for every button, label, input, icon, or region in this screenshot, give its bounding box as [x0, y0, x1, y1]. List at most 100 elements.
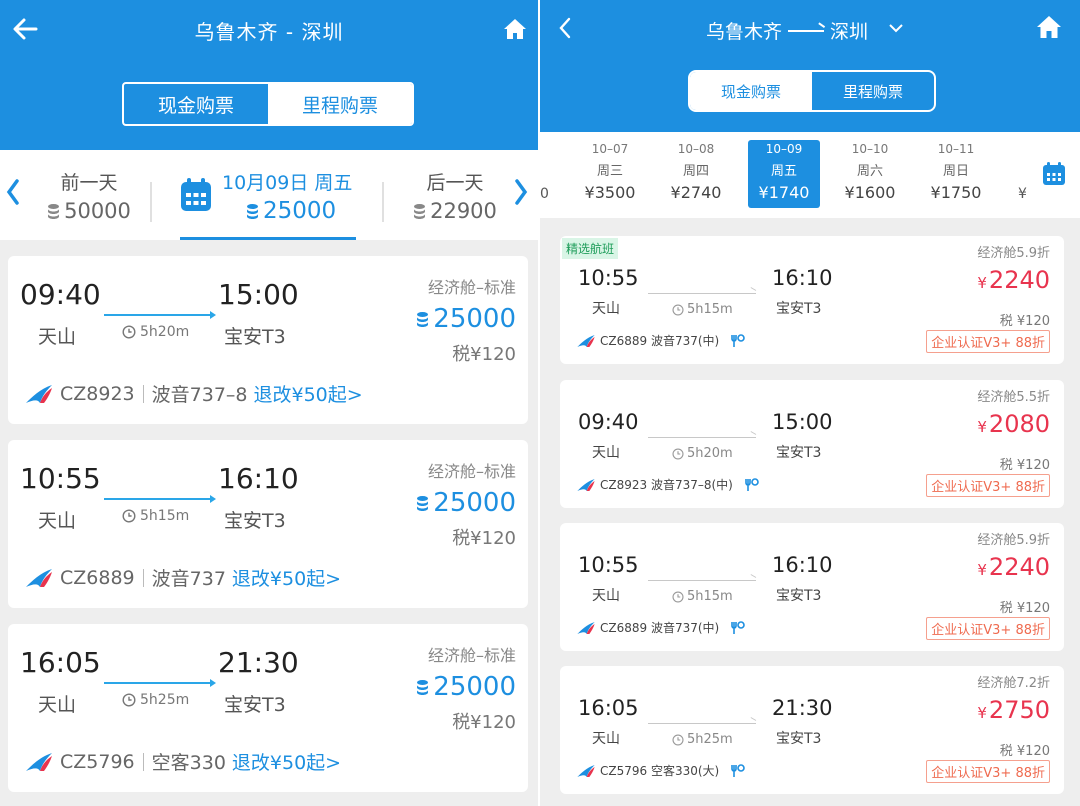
points-coin-icon	[417, 679, 429, 695]
prev-day-button[interactable]: 前一天 50000	[30, 168, 148, 223]
tab-miles-purchase[interactable]: 里程购票	[812, 72, 934, 110]
flight-card[interactable]: 精选航班 10:55 16:10 天山 5h15m 宝安T3 经济舱5.9折 ¥…	[560, 236, 1064, 364]
date-option-selected[interactable]: 10–09 周五 ¥1740	[748, 140, 820, 208]
flight-card[interactable]: 10:55 16:10 天山 5h15m 宝安T3 经济舱5.9折 ¥2240 …	[560, 523, 1064, 651]
cabin-class: 经济舱–标准	[427, 278, 516, 297]
route-arrow	[104, 311, 216, 319]
chevron-down-icon[interactable]	[888, 22, 904, 34]
flight-number: CZ8923	[60, 382, 135, 405]
aircraft-type: 空客330	[151, 752, 226, 774]
lowest-price: ¥1750	[930, 183, 982, 202]
tax-amount: 税 ¥120	[999, 744, 1050, 759]
flight-card[interactable]: 16:05 21:30 天山 5h25m 宝安T3 经济舱7.2折 ¥2750 …	[560, 666, 1064, 794]
departure-time: 16:05	[578, 696, 639, 720]
lowest-price: ¥1600	[844, 183, 896, 202]
weekday-label: 周五	[770, 164, 797, 179]
flight-duration: 5h25m	[140, 692, 190, 708]
home-icon[interactable]	[1036, 14, 1062, 40]
flight-info: CZ5796 空客330(大)	[600, 764, 720, 778]
clock-icon	[122, 693, 136, 707]
flight-info: CZ6889 波音737(中)	[600, 334, 720, 348]
date-price-strip: 0 10–07 周三 ¥3500 10–08 周四 ¥2740 10–09 周五…	[540, 132, 1080, 218]
chevron-left-icon[interactable]	[558, 16, 572, 40]
departure-airport: 天山	[592, 301, 620, 317]
lowest-price: ¥2740	[670, 183, 722, 202]
route-title[interactable]: 乌鲁木齐 深圳	[706, 17, 868, 44]
tab-miles-purchase[interactable]: 里程购票	[268, 84, 412, 124]
flight-number: CZ6889	[60, 566, 135, 589]
divider	[382, 182, 384, 222]
route-arrow	[648, 723, 756, 724]
date-option[interactable]: 10–11 周日 ¥1750	[920, 142, 992, 202]
origin-city: 乌鲁木齐	[706, 21, 783, 43]
cabin-class: 经济舱–标准	[427, 462, 516, 481]
departure-airport: 天山	[592, 445, 620, 461]
points-coin-icon	[417, 311, 429, 327]
weekday-label: 周三	[596, 164, 623, 179]
currency-symbol: ¥	[977, 561, 987, 579]
price-value: 2240	[988, 266, 1050, 294]
tab-cash-purchase[interactable]: 现金购票	[124, 84, 268, 124]
current-day-points: 25000	[263, 198, 337, 224]
current-day[interactable]: 10月09日 周五 25000	[180, 166, 356, 240]
meal-service-icon	[731, 763, 746, 777]
next-day-button[interactable]: 后一天 22900	[396, 168, 514, 223]
flight-card[interactable]: 10:55 16:10 天山 5h15m 宝安T3 经济舱–标准 25000 税…	[8, 440, 528, 608]
arrival-time: 16:10	[772, 553, 833, 577]
purchase-mode-toggle: 现金购票 里程购票	[122, 82, 414, 126]
meal-service-icon	[731, 620, 746, 634]
china-southern-logo-icon	[26, 752, 52, 771]
route-arrow	[648, 580, 756, 581]
china-southern-logo-icon	[26, 568, 52, 587]
route-arrow	[648, 437, 756, 438]
china-southern-logo-icon	[26, 384, 52, 403]
flight-duration: 5h15m	[140, 508, 190, 524]
change-policy-link[interactable]: 退改¥50起>	[254, 380, 363, 407]
tab-cash-purchase[interactable]: 现金购票	[690, 72, 812, 110]
flight-card[interactable]: 16:05 21:30 天山 5h25m 宝安T3 经济舱–标准 25000 税…	[8, 624, 528, 792]
date-option[interactable]: 10–07 周三 ¥3500	[574, 142, 646, 202]
arrival-time: 16:10	[218, 462, 299, 495]
chevron-right-icon[interactable]	[514, 178, 528, 206]
change-policy-link[interactable]: 退改¥50起>	[232, 748, 341, 775]
arrival-airport: 宝安T3	[224, 694, 286, 716]
lowest-price: ¥3500	[584, 183, 636, 202]
departure-time: 09:40	[20, 278, 101, 311]
left-header: 乌鲁木齐 - 深圳 现金购票 里程购票	[0, 0, 538, 150]
date-label: 10–11	[937, 142, 975, 156]
enterprise-discount-badge: 企业认证V3+ 88折	[926, 617, 1050, 640]
lowest-price: ¥1740	[758, 183, 810, 202]
divider	[142, 384, 144, 403]
flight-duration: 5h20m	[687, 446, 733, 461]
partial-date-left: 0	[540, 186, 549, 202]
clock-icon	[122, 325, 136, 339]
date-option[interactable]: 10–08 周四 ¥2740	[660, 142, 732, 202]
cash-price: ¥2750	[977, 696, 1050, 724]
calendar-icon[interactable]	[1042, 162, 1066, 186]
chevron-left-icon[interactable]	[6, 178, 20, 206]
points-price: 25000	[433, 304, 516, 334]
arrival-time: 15:00	[772, 410, 833, 434]
flight-info: CZ6889 波音737(中)	[600, 621, 720, 635]
departure-time: 10:55	[20, 462, 101, 495]
departure-airport: 天山	[592, 588, 620, 604]
next-day-label: 后一天	[426, 172, 484, 194]
next-day-points: 22900	[430, 199, 497, 223]
points-coin-icon	[247, 203, 258, 219]
date-label: 10–10	[851, 142, 889, 156]
arrival-time: 21:30	[772, 696, 833, 720]
flight-card[interactable]: 09:40 15:00 天山 5h20m 宝安T3 经济舱5.5折 ¥2080 …	[560, 380, 1064, 508]
arrival-airport: 宝安T3	[776, 731, 822, 747]
change-policy-link[interactable]: 退改¥50起>	[232, 564, 341, 591]
arrival-airport: 宝安T3	[776, 301, 822, 317]
featured-flight-tag: 精选航班	[562, 238, 619, 259]
tax-amount: 税¥120	[452, 344, 516, 365]
prev-day-label: 前一天	[60, 172, 118, 194]
date-option[interactable]: 10–10 周六 ¥1600	[834, 142, 906, 202]
page-title: 乌鲁木齐 - 深圳	[194, 20, 344, 44]
departure-airport: 天山	[38, 694, 77, 716]
flight-card[interactable]: 09:40 15:00 天山 5h20m 宝安T3 经济舱–标准 25000 税…	[8, 256, 528, 424]
home-icon[interactable]	[503, 18, 527, 40]
tax-amount: 税 ¥120	[999, 314, 1050, 329]
arrival-airport: 宝安T3	[224, 510, 286, 532]
